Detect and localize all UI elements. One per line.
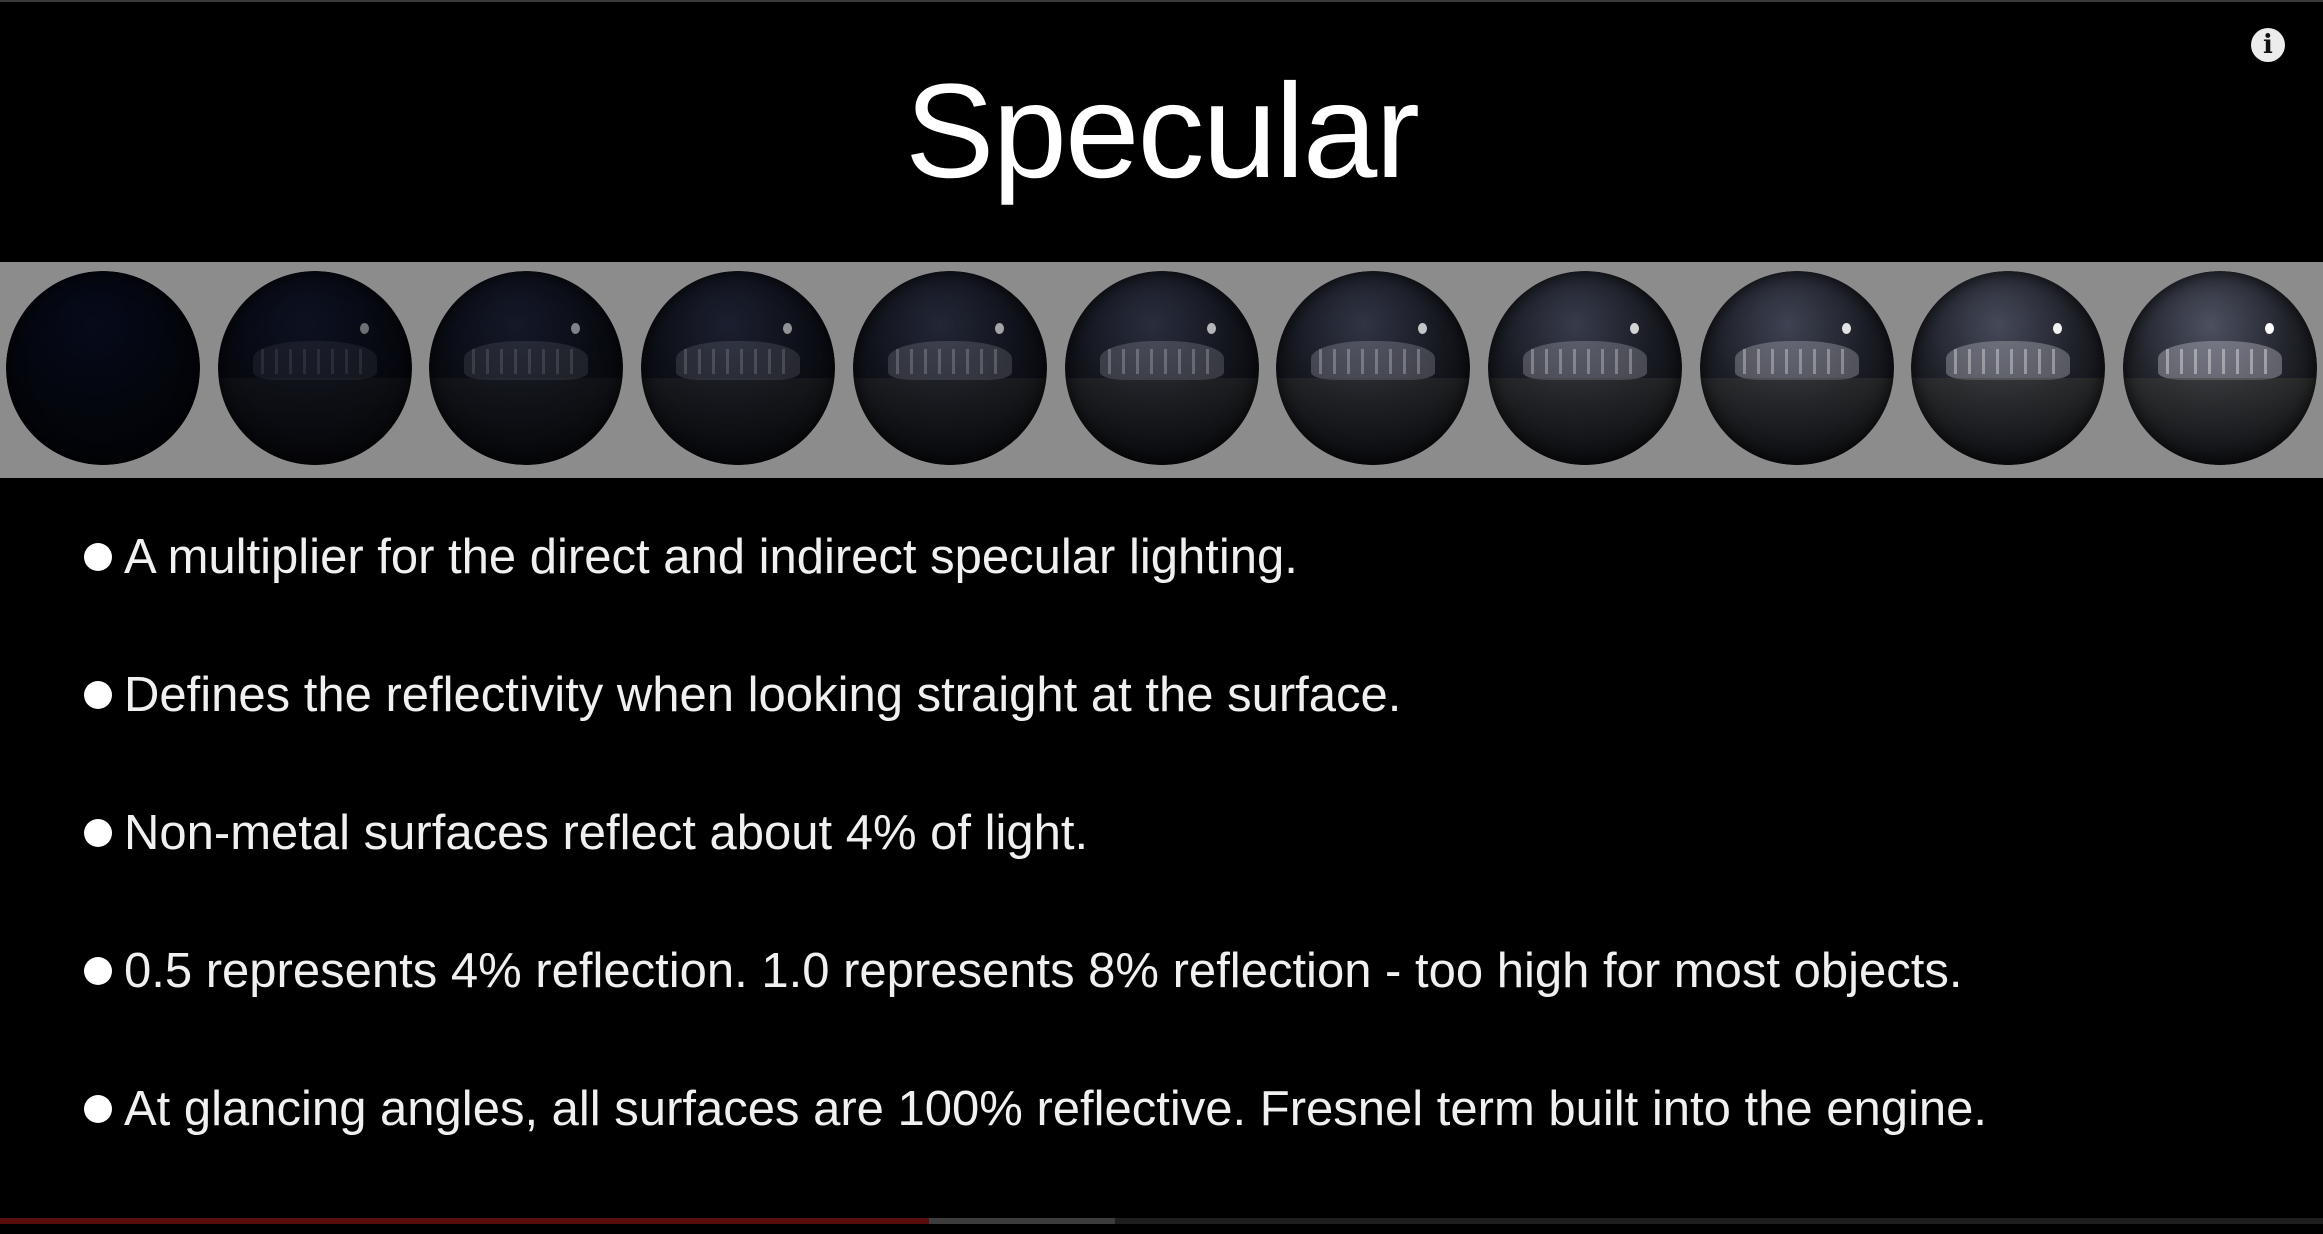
material-sphere [853,271,1047,465]
material-sphere [1276,271,1470,465]
material-sphere [429,271,623,465]
bullet-item: At glancing angles, all surfaces are 100… [84,1072,2284,1210]
material-sphere [1065,271,1259,465]
material-sphere [2123,271,2317,465]
bullet-text: Non-metal surfaces reflect about 4% of l… [124,806,1089,860]
material-sphere [1700,271,1894,465]
bullet-dot-icon [84,1095,112,1123]
bullet-text: 0.5 represents 4% reflection. 1.0 repres… [124,944,1963,998]
bullet-text: A multiplier for the direct and indirect… [124,530,1298,584]
bullet-dot-icon [84,957,112,985]
bullet-item: Defines the reflectivity when looking st… [84,658,2284,796]
material-sphere [218,271,412,465]
frame-top-border [0,0,2323,2]
material-sphere [641,271,835,465]
bullet-dot-icon [84,543,112,571]
bullet-text: At glancing angles, all surfaces are 100… [124,1082,1988,1136]
bullet-item: Non-metal surfaces reflect about 4% of l… [84,796,2284,934]
bullet-item: 0.5 represents 4% reflection. 1.0 repres… [84,934,2284,1072]
bullet-dot-icon [84,681,112,709]
progress-played [0,1218,929,1224]
material-sphere [6,271,200,465]
material-sphere [1911,271,2105,465]
bullet-text: Defines the reflectivity when looking st… [124,668,1402,722]
slide-title: Specular [905,57,1420,206]
video-frame[interactable]: Specular i A multiplier for the direct a… [0,0,2323,1234]
info-icon[interactable]: i [2251,28,2285,62]
material-sphere [1488,271,1682,465]
bullet-list: A multiplier for the direct and indirect… [84,520,2284,1210]
video-progress-bar[interactable] [0,1218,2323,1224]
bullet-dot-icon [84,819,112,847]
material-sphere-strip [0,262,2323,478]
bullet-item: A multiplier for the direct and indirect… [84,520,2284,658]
